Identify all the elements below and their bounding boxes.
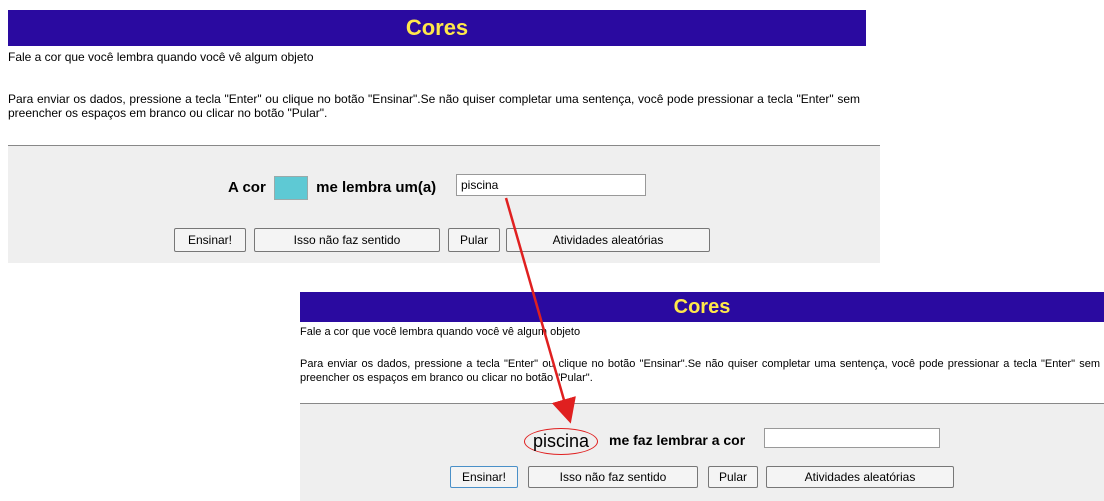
sentence-rest: me faz lembrar a cor xyxy=(609,432,746,448)
skip-button[interactable]: Pular xyxy=(448,228,500,252)
page-title: Cores xyxy=(300,292,1104,322)
color-swatch xyxy=(273,176,308,200)
sentence-middle: me lembra um(a) xyxy=(316,178,437,196)
bottom-screenshot-panel: Cores Fale a cor que você lembra quando … xyxy=(296,290,1104,501)
page-title: Cores xyxy=(8,10,866,46)
answer-input[interactable] xyxy=(764,428,940,448)
intro-text: Fale a cor que você lembra quando você v… xyxy=(300,326,581,338)
circled-word: piscina xyxy=(524,428,599,455)
skip-button[interactable]: Pular xyxy=(708,466,758,488)
teach-button[interactable]: Ensinar! xyxy=(174,228,246,252)
random-activities-button[interactable]: Atividades aleatórias xyxy=(766,466,954,488)
sentence-prompt: A cor me lembra um(a) xyxy=(228,176,436,200)
nonsense-button[interactable]: Isso não faz sentido xyxy=(528,466,698,488)
sentence-prefix: A cor xyxy=(228,178,266,196)
instructions-text: Para enviar os dados, pressione a tecla … xyxy=(300,358,1100,384)
answer-input[interactable] xyxy=(456,174,646,196)
teach-button[interactable]: Ensinar! xyxy=(450,466,518,488)
instructions-text: Para enviar os dados, pressione a tecla … xyxy=(8,92,860,120)
form-area: piscina me faz lembrar a cor Ensinar! Is… xyxy=(300,403,1104,501)
top-screenshot-panel: Cores Fale a cor que você lembra quando … xyxy=(0,0,880,263)
intro-text: Fale a cor que você lembra quando você v… xyxy=(8,50,314,64)
nonsense-button[interactable]: Isso não faz sentido xyxy=(254,228,440,252)
random-activities-button[interactable]: Atividades aleatórias xyxy=(506,228,710,252)
form-area: A cor me lembra um(a) Ensinar! Isso não … xyxy=(8,145,880,263)
